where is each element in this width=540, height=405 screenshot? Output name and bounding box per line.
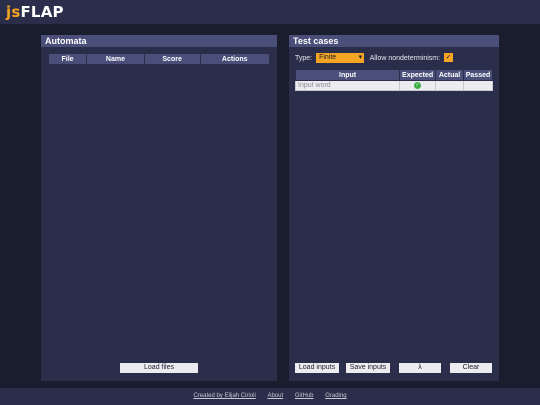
nondeterminism-label: Allow nondeterminism:	[369, 55, 441, 62]
footer-link-github[interactable]: GitHub	[295, 393, 314, 399]
app-logo[interactable]: jsFLAP	[6, 3, 64, 21]
passed-cell	[463, 80, 493, 91]
type-row: Type: Finite ▾ Allow nondeterminism: ✓	[295, 53, 454, 64]
footer-link-credit[interactable]: Created by Elijah Cirioli	[193, 393, 255, 399]
column-actual: Actual	[435, 69, 465, 81]
type-select[interactable]: Finite ▾	[316, 53, 365, 63]
type-label: Type:	[295, 55, 313, 62]
footer-link-about[interactable]: About	[267, 393, 283, 399]
table-row: Input word ✓	[294, 80, 493, 91]
footer-link-grading[interactable]: Grading	[325, 393, 346, 399]
column-name[interactable]: Name	[86, 53, 145, 65]
top-bar: jsFLAP	[0, 0, 540, 24]
nondeterminism-checkbox[interactable]: ✓	[444, 53, 454, 62]
lambda-button[interactable]: λ	[399, 363, 441, 373]
automata-title: Automata	[41, 35, 277, 47]
test-cases-panel: Test cases Type: Finite ▾ Allow nondeter…	[289, 35, 499, 381]
load-inputs-button[interactable]: Load inputs	[295, 363, 339, 373]
load-files-button[interactable]: Load files	[120, 363, 198, 373]
column-passed: Passed	[463, 69, 493, 81]
column-score[interactable]: Score	[143, 53, 201, 65]
check-circle-icon[interactable]: ✓	[414, 81, 422, 89]
actual-cell	[435, 80, 465, 91]
type-select-value: Finite	[319, 54, 337, 61]
test-cases-title: Test cases	[289, 35, 499, 47]
save-inputs-button[interactable]: Save inputs	[346, 363, 390, 373]
clear-button[interactable]: Clear	[450, 363, 492, 373]
column-actions: Actions	[199, 53, 270, 65]
footer: Created by Elijah Cirioli About GitHub G…	[0, 388, 540, 405]
automata-panel: Automata File Name Score Actions Load fi…	[41, 35, 277, 381]
column-input: Input	[294, 69, 401, 81]
logo-js: js	[6, 3, 21, 21]
expected-cell[interactable]: ✓	[399, 80, 437, 91]
column-expected: Expected	[399, 69, 437, 81]
test-cases-table: Input Expected Actual Passed Input word …	[294, 69, 493, 91]
input-word-field[interactable]: Input word	[294, 80, 401, 91]
chevron-down-icon: ▾	[358, 54, 363, 61]
automata-table: File Name Score Actions	[47, 53, 270, 65]
column-file[interactable]: File	[47, 53, 88, 65]
logo-flap: FLAP	[20, 3, 64, 21]
